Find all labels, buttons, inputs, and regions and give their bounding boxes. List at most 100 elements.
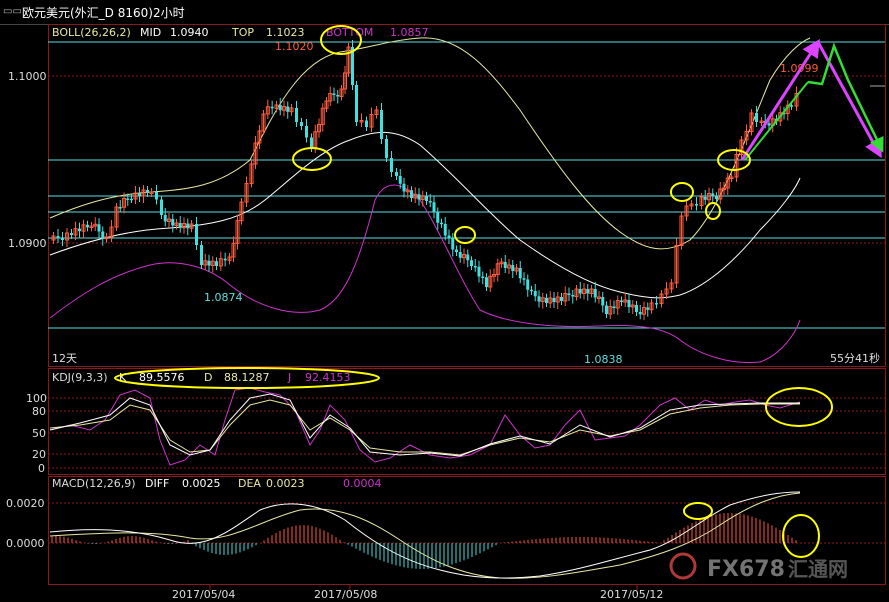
countdown-label: 55分41秒 [830,351,880,365]
candle-body [126,198,130,200]
arrow-down-magenta [816,41,882,159]
candle-body [560,297,563,301]
kdj-grid [48,397,885,469]
boll-mid-label: MID [140,26,161,39]
candle-body [477,266,481,277]
candle-body [305,126,308,138]
window-title-bar[interactable]: ▭▭ 欧元美元(外汇_D 8160)2小时 [0,0,889,25]
candle-body [503,262,507,268]
candle-body [440,222,443,225]
candle-body [365,120,368,127]
candle-body [646,307,650,310]
candle-body [195,224,198,245]
macd-tick-0000: 0.0000 [6,537,45,550]
candle-body [160,199,163,215]
macd-diff-value: 0.0025 [182,477,221,490]
kdj-tick-80: 80 [32,405,46,418]
candle-body [620,300,623,302]
candle-body [130,198,133,201]
candle-body [473,266,477,268]
price-tick-1-0900: 1.0900 [8,237,47,250]
candle-body [586,289,590,294]
candle-body [466,254,470,261]
candle-body [530,289,533,292]
macd-value: 0.0004 [343,477,382,490]
kdj-d-label: D [204,371,212,384]
watermark: FX678 汇通网 [669,552,848,582]
candle-body [601,297,605,306]
candle-body [410,190,413,198]
boll-bottom-value: 1.0857 [390,26,429,39]
macd-diff-label: DIFF [145,477,169,490]
candle-body [380,110,383,139]
macd-dea-label: DEA [238,477,261,490]
support-resistance-lines [48,41,885,329]
macd-histogram [51,513,797,569]
candle-body [518,268,522,279]
window-menu-icon[interactable]: ▭▭ [3,6,22,17]
candle-body [537,296,541,302]
x-date-0508: 2017/05/08 [314,588,377,601]
candle-body [455,249,458,252]
candle-body [61,238,64,240]
kdj-k-value: 89.5576 [139,371,185,384]
boll-mid-value: 1.0940 [170,26,209,39]
highlight-circles-price [292,25,751,244]
candle-body [545,297,548,303]
kdj-j-label: J [287,371,291,384]
candle-body [578,289,582,294]
candle-body [86,224,89,228]
x-axis: 2017/05/04 2017/05/08 2017/05/12 [172,585,663,601]
kdj-panel-frame [48,368,886,475]
macd-axis: 0.0020 0.0000 [6,497,45,550]
candle-body [458,252,462,258]
high-price-label: 1.1020 [275,40,314,53]
boll-top-value: 1.1023 [266,26,305,39]
candle-body [336,95,340,97]
candle-body [56,236,60,238]
highlight-circles-kdj [114,367,833,427]
kdj-d-value: 88.1287 [224,371,270,384]
boll-legend: BOLL(26,26,2) MID 1.0940 TOP 1.1023 BOTT… [52,26,429,39]
kdj-lines [49,387,801,466]
candle-body [443,224,447,236]
arrow-up-green [744,81,809,161]
candle-body [552,298,556,302]
candle-body [278,105,282,111]
kdj-tick-50: 50 [32,427,46,440]
chart-canvas[interactable]: 1.1000 1.0900 1.1020 1.0874 1.0838 1.099… [0,24,889,602]
low-price-label-1: 1.0874 [204,291,243,304]
candle-body [593,289,597,298]
macd-tick-0020: 0.0020 [6,497,45,510]
candle-body [118,207,122,209]
candle-body [417,194,421,200]
candle-body [638,312,642,315]
candle-body [481,276,485,278]
forecast-arrows [740,38,884,161]
candle-body [767,123,771,126]
x-date-0504: 2017/05/04 [172,588,235,601]
candle-body [715,196,718,199]
candle-body [332,93,336,95]
candle-body [300,122,303,126]
candle-body [470,260,473,266]
candle-body [511,265,515,271]
macd-name: MACD(12,26,9) [52,477,136,490]
candle-body [70,233,73,235]
kdj-tick-20: 20 [32,448,46,461]
candle-body [703,197,707,200]
candle-body [425,195,428,201]
candle-body [695,204,698,206]
candle-body [146,190,149,193]
candle-body [286,106,290,112]
candle-body [215,261,218,266]
candle-body [790,105,793,107]
candle-body [155,192,158,200]
candle-body [571,295,575,297]
candle-body [428,201,432,203]
kdj-tick-100: 100 [26,392,47,405]
candle-body [355,85,358,122]
candle-body [395,172,398,176]
x-date-0512: 2017/05/12 [600,588,663,601]
kdj-name: KDJ(9,3,3) [52,371,108,384]
